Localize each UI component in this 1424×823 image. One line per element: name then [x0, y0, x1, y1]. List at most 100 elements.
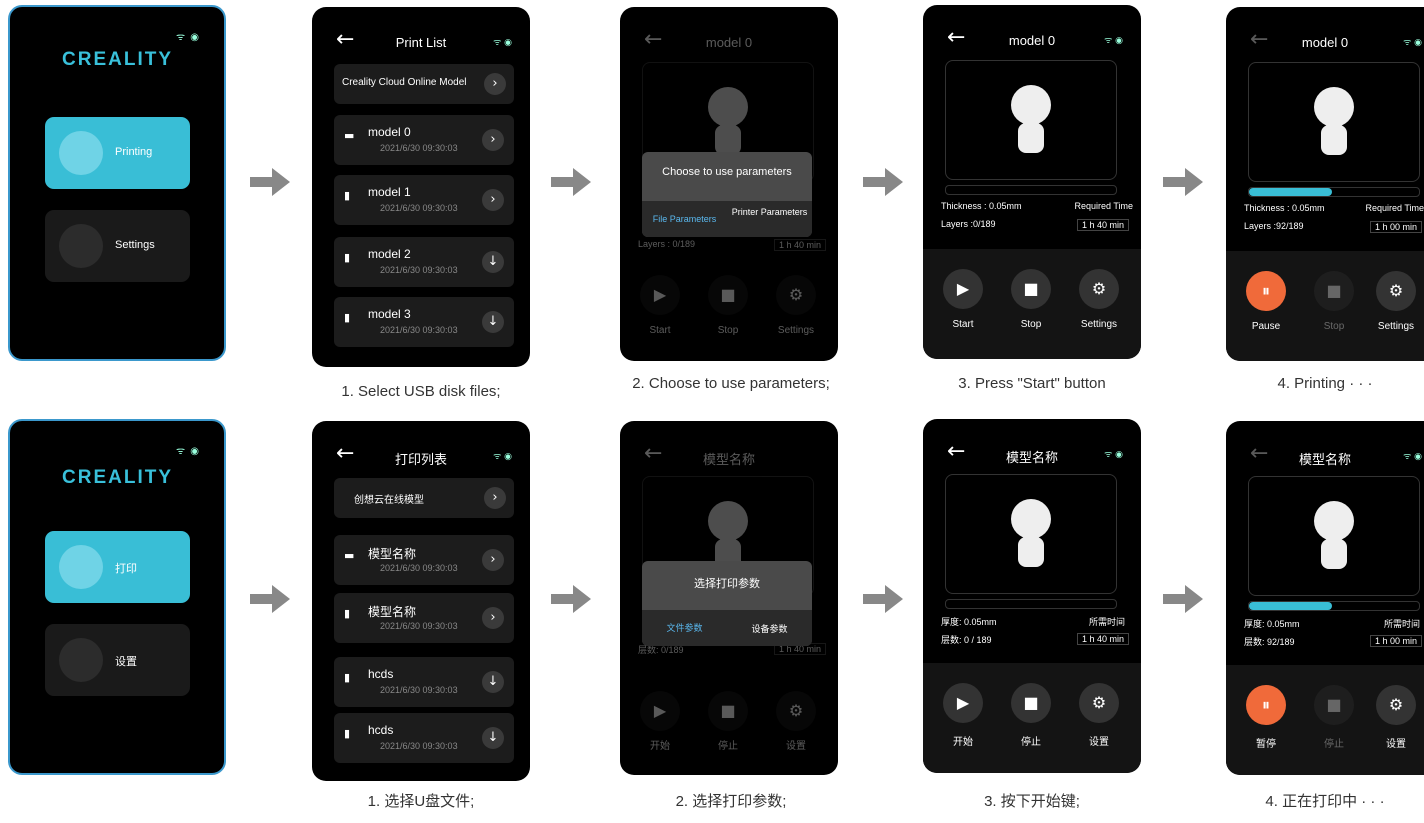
- screen-title: model 0: [1301, 35, 1349, 50]
- settings-label: 设置: [1089, 737, 1109, 748]
- printing-screen-cn: ← 模型名称 ᯤ ◉ 厚度: 0.05mm 所需时间 层数: 92/189 1 …: [1226, 421, 1424, 775]
- chevron-right-icon: ›: [484, 73, 506, 95]
- screen-title: model 0: [705, 35, 753, 50]
- settings-icon[interactable]: ⚙: [1079, 683, 1119, 723]
- time-readout: 1 h 40 min: [1076, 219, 1129, 231]
- gear-icon: [59, 224, 103, 268]
- arrow-right-icon: [551, 585, 591, 613]
- arrow-right-icon: [863, 168, 903, 196]
- stop-icon[interactable]: ■: [708, 691, 748, 731]
- settings-icon[interactable]: ⚙: [1376, 271, 1416, 311]
- settings-button[interactable]: Settings: [45, 210, 190, 282]
- settings-label: Settings: [1080, 319, 1118, 330]
- file-parameters-button[interactable]: File Parameters: [642, 201, 727, 237]
- pause-icon[interactable]: ⏸: [1246, 685, 1286, 725]
- settings-icon[interactable]: ⚙: [776, 275, 816, 315]
- start-icon[interactable]: ▶: [943, 683, 983, 723]
- printer-parameters-button[interactable]: Printer Parameters: [727, 201, 812, 237]
- wifi-icon: ᯤ ◉: [493, 452, 512, 462]
- download-icon: ↓: [482, 671, 504, 693]
- progress-bar: [1248, 601, 1420, 611]
- list-item[interactable]: ▮ model 2 2021/6/30 09:30:03 ↓: [334, 237, 514, 287]
- usb-icon: ▮: [344, 251, 351, 264]
- cloud-model-item[interactable]: Creality Cloud Online Model ›: [334, 64, 514, 104]
- gear-icon: [59, 638, 103, 682]
- usb-icon: ▮: [344, 607, 351, 620]
- start-label: 开始: [650, 741, 670, 752]
- thickness-readout: Thickness : 0.05mm: [1244, 203, 1325, 213]
- layers-readout: Layers :0/189: [941, 219, 996, 229]
- list-item[interactable]: ▮ hcds 2021/6/30 09:30:03 ↓: [334, 657, 514, 707]
- cloud-model-item[interactable]: 创想云在线模型 ›: [334, 478, 514, 518]
- pause-icon[interactable]: ⏸: [1246, 271, 1286, 311]
- stop-icon[interactable]: ■: [1011, 683, 1051, 723]
- layers-readout: 层数: 0 / 189: [941, 635, 992, 645]
- progress-fill: [1249, 188, 1333, 196]
- model-preview: [1248, 62, 1420, 182]
- settings-icon[interactable]: ⚙: [1376, 685, 1416, 725]
- model-screen-cn: ← 模型名称 ᯤ ◉ 厚度: 0.05mm 所需时间 层数: 0 / 189 1…: [923, 419, 1141, 773]
- list-item[interactable]: ▮ model 1 2021/6/30 09:30:03 ›: [334, 175, 514, 225]
- stop-label: Stop: [1020, 319, 1042, 330]
- wifi-icon: ᯤ ◉: [1403, 38, 1422, 48]
- wifi-icon: ᯤ ◉: [175, 32, 200, 43]
- printing-button[interactable]: 打印: [45, 531, 190, 603]
- dialog-title: 选择打印参数: [694, 578, 760, 590]
- settings-icon[interactable]: ⚙: [1079, 269, 1119, 309]
- folder-icon: ▬: [344, 549, 355, 562]
- control-bar: ⏸ ■ ⚙ Pause Stop Settings: [1226, 251, 1424, 361]
- step-caption: 2. Choose to use parameters;: [632, 375, 830, 392]
- settings-label: Settings: [777, 325, 815, 336]
- start-label: Start: [649, 325, 671, 336]
- print-list-screen-en: ← Print List ᯤ ◉ Creality Cloud Online M…: [312, 7, 530, 367]
- start-icon[interactable]: ▶: [640, 691, 680, 731]
- wifi-icon: ᯤ ◉: [1403, 452, 1422, 462]
- stop-icon[interactable]: ■: [708, 275, 748, 315]
- item-date: 2021/6/30 09:30:03: [380, 325, 458, 335]
- progress-fill: [1249, 602, 1333, 610]
- screen-title: 模型名称: [702, 452, 755, 467]
- item-name: model 1: [368, 185, 411, 199]
- folder-icon: ▬: [344, 129, 355, 142]
- usb-icon: ▮: [344, 727, 351, 740]
- step-caption: 1. 选择U盘文件;: [367, 793, 475, 810]
- stop-icon[interactable]: ■: [1011, 269, 1051, 309]
- usb-icon: ▮: [344, 311, 351, 324]
- list-item[interactable]: ▮ model 3 2021/6/30 09:30:03 ↓: [334, 297, 514, 347]
- start-icon[interactable]: ▶: [943, 269, 983, 309]
- time-readout: 1 h 00 min: [1369, 221, 1422, 233]
- stop-icon[interactable]: ■: [1314, 685, 1354, 725]
- layers-readout: 层数: 92/189: [1244, 637, 1295, 647]
- list-item[interactable]: ▬ 模型名称 2021/6/30 09:30:03 ›: [334, 535, 514, 585]
- list-item[interactable]: ▮ 模型名称 2021/6/30 09:30:03 ›: [334, 593, 514, 643]
- item-name: model 3: [368, 307, 411, 321]
- list-item[interactable]: ▮ hcds 2021/6/30 09:30:03 ↓: [334, 713, 514, 763]
- control-bar: ▶ ■ ⚙ 开始 停止 设置: [923, 663, 1141, 773]
- layers-readout: Layers :92/189: [1244, 221, 1304, 231]
- parameters-screen-cn: ← 模型名称 层数: 0/189 1 h 40 min 选择打印参数 文件参数 …: [620, 421, 838, 775]
- list-item[interactable]: ▬ model 0 2021/6/30 09:30:03 ›: [334, 115, 514, 165]
- thickness-readout: 厚度: 0.05mm: [941, 617, 997, 627]
- arrow-right-icon: [250, 585, 290, 613]
- arrow-right-icon: [551, 168, 591, 196]
- progress-bar: [1248, 187, 1420, 197]
- settings-icon[interactable]: ⚙: [776, 691, 816, 731]
- settings-button[interactable]: 设置: [45, 624, 190, 696]
- thickness-readout: Thickness : 0.05mm: [941, 201, 1022, 211]
- time-readout: 1 h 40 min: [773, 239, 826, 251]
- required-time-label: Required Time: [1074, 201, 1133, 211]
- stop-label: Stop: [1323, 321, 1345, 332]
- printer-parameters-button[interactable]: 设备参数: [727, 610, 812, 646]
- item-date: 2021/6/30 09:30:03: [380, 143, 458, 153]
- print-list-screen-cn: ← 打印列表 ᯤ ◉ 创想云在线模型 › ▬ 模型名称 2021/6/30 09:30…: [312, 421, 530, 781]
- printing-button[interactable]: Printing: [45, 117, 190, 189]
- start-icon[interactable]: ▶: [640, 275, 680, 315]
- settings-label: Settings: [1377, 321, 1415, 332]
- home-screen-cn: ᯤ ◉ CREALITY 打印 设置: [8, 419, 226, 775]
- time-readout: 1 h 00 min: [1369, 635, 1422, 647]
- item-date: 2021/6/30 09:30:03: [380, 563, 458, 573]
- file-parameters-button[interactable]: 文件参数: [642, 610, 727, 646]
- stop-label: Stop: [717, 325, 739, 336]
- pause-label: 暂停: [1256, 739, 1276, 750]
- stop-icon[interactable]: ■: [1314, 271, 1354, 311]
